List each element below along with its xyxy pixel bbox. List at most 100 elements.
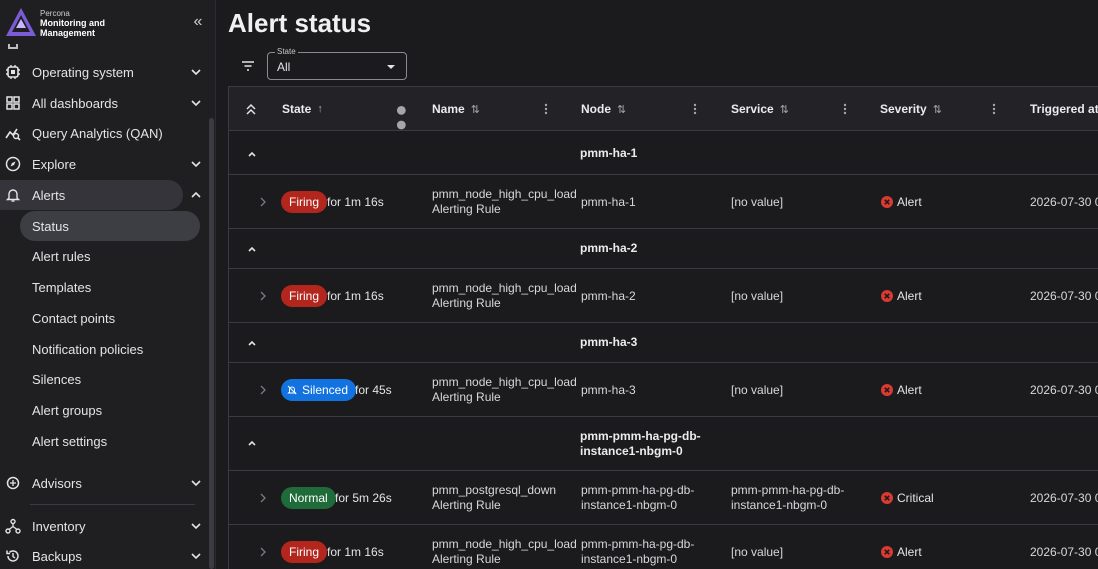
sidebar-item-qan[interactable]: Query Analytics (QAN) <box>0 118 208 148</box>
sidebar-item-backups[interactable]: Backups <box>0 541 208 569</box>
sidebar-item-inventory[interactable]: Inventory <box>0 511 208 541</box>
chevron-right-icon[interactable] <box>260 385 266 395</box>
cpu-icon <box>6 65 20 79</box>
chevron-up-icon[interactable] <box>246 339 258 347</box>
node-cell: pmm-ha-3 <box>581 383 636 397</box>
group-row[interactable]: pmm-pmm-ha-pg-db-instance1-nbgm-0 <box>229 417 1098 471</box>
column-header-node[interactable]: Node ⇅ <box>581 87 626 131</box>
chevron-up-icon[interactable] <box>246 439 258 447</box>
state-duration: for 45s <box>355 383 392 397</box>
state-badge: Silenced <box>281 379 357 401</box>
table-row[interactable]: Firing for 1m 16s pmm_node_high_cpu_load… <box>229 525 1098 569</box>
backups-icon <box>6 550 19 562</box>
sidebar-item-label: Query Analytics (QAN) <box>32 125 163 141</box>
chevron-right-icon[interactable] <box>260 493 266 503</box>
column-header-label: State <box>282 102 312 116</box>
compass-icon <box>5 156 21 172</box>
sidebar-subitem-silences[interactable]: Silences <box>20 364 200 394</box>
sidebar-subitem-label: Notification policies <box>32 341 144 357</box>
chevron-right-icon[interactable] <box>260 291 266 301</box>
group-row[interactable]: pmm-ha-3 <box>229 323 1098 363</box>
sidebar-item-operating-system[interactable]: Operating system <box>0 57 208 87</box>
column-header-label: Service <box>731 102 774 116</box>
sidebar-item-advisors[interactable]: Advisors <box>0 468 208 498</box>
severity-label: Alert <box>897 545 922 559</box>
severity-label: Alert <box>897 383 922 397</box>
group-row[interactable]: pmm-ha-2 <box>229 229 1098 269</box>
sidebar-item-alerts[interactable]: Alerts <box>0 180 183 210</box>
collapse-all-icon[interactable] <box>245 102 257 116</box>
table-header: State ↑ Name ⇅ Node ⇅ Service ⇅ Severity <box>229 87 1098 145</box>
sidebar-subitem-contact-points[interactable]: Contact points <box>20 303 200 333</box>
sidebar-subitem-alert-rules[interactable]: Alert rules <box>20 241 200 271</box>
sidebar-subitem-templates[interactable]: Templates <box>20 272 200 302</box>
state-duration: for 1m 16s <box>327 195 384 209</box>
chevron-right-icon[interactable] <box>260 547 266 557</box>
column-menu-icon[interactable] <box>693 103 697 115</box>
node-line: pmm-pmm-ha-pg-db- <box>581 483 695 497</box>
column-header-label: Severity <box>880 102 927 116</box>
rule-name-line: pmm_node_high_cpu_load <box>432 281 577 295</box>
dashboards-icon <box>6 96 20 110</box>
node-line: instance1-nbgm-0 <box>581 498 678 512</box>
chevron-down-icon <box>191 480 201 487</box>
page-title: Alert status <box>228 8 372 38</box>
service-line: instance1-nbgm-0 <box>731 498 828 512</box>
caret-down-icon <box>387 65 395 69</box>
brand-product: Monitoring and Management <box>40 18 105 38</box>
service-cell: [no value] <box>731 545 784 559</box>
state-duration: for 1m 16s <box>327 545 384 559</box>
sidebar-item-label: Alerts <box>32 187 66 203</box>
percona-logo-icon <box>6 8 36 36</box>
bell-icon <box>5 189 21 202</box>
error-circle-icon <box>881 196 893 208</box>
sidebar-item-label: Advisors <box>32 475 82 491</box>
sidebar-subitem-alert-groups[interactable]: Alert groups <box>20 395 200 425</box>
severity-label: Critical <box>897 491 934 505</box>
table-row[interactable]: Normal for 5m 26s pmm_postgresql_down Ale… <box>229 471 1098 525</box>
column-header-state[interactable]: State ↑ <box>282 87 323 131</box>
sidebar-item-label: Inventory <box>32 518 86 534</box>
group-label: pmm-ha-3 <box>580 335 638 349</box>
chevron-down-icon <box>191 100 201 107</box>
sidebar-subitem-label: Templates <box>32 279 92 295</box>
rule-name: pmm_node_high_cpu_load Alerting Rule <box>432 187 577 217</box>
sidebar-item-label: Operating system <box>32 64 134 80</box>
sidebar-item-explore[interactable]: Explore <box>0 149 208 179</box>
sidebar-subitem-status[interactable]: Status <box>20 211 200 241</box>
sidebar-scrollbar[interactable] <box>209 118 214 569</box>
sidebar-subitem-alert-settings[interactable]: Alert settings <box>20 426 200 456</box>
node-line: instance1-nbgm-0 <box>581 552 678 566</box>
chevron-up-icon[interactable] <box>246 150 258 158</box>
table-row[interactable]: Silenced for 45s pmm_node_high_cpu_load A… <box>229 363 1098 417</box>
rule-type-line: Alerting Rule <box>432 552 501 566</box>
sidebar-subitem-notification-policies[interactable]: Notification policies <box>20 334 200 364</box>
state-filter-select[interactable]: State All <box>267 47 407 80</box>
chevron-up-icon[interactable] <box>190 189 202 201</box>
state-filter-value: All <box>277 60 291 74</box>
sort-icon: ⇅ <box>617 103 627 116</box>
sidebar-item-label: Backups <box>32 548 82 564</box>
table-row[interactable]: Firing for 1m 16s pmm_node_high_cpu_load… <box>229 175 1098 229</box>
sidebar-item-all-dashboards[interactable]: All dashboards <box>0 88 208 118</box>
sort-ascending-icon: ↑ <box>317 103 323 115</box>
column-header-severity[interactable]: Severity ⇅ <box>880 87 942 131</box>
collapse-sidebar-icon[interactable]: « <box>189 14 207 32</box>
column-menu-icon[interactable] <box>843 103 847 115</box>
main-content: Alert status State All State ↑ Name ⇅ No… <box>217 0 1098 569</box>
chevron-right-icon[interactable] <box>260 197 266 207</box>
rule-name: pmm_node_high_cpu_load Alerting Rule <box>432 537 577 567</box>
service-cell: [no value] <box>731 289 784 303</box>
state-badge: Firing <box>281 191 328 213</box>
group-label: pmm-pmm-ha-pg-db-instance1-nbgm-0 <box>580 429 701 458</box>
column-menu-icon[interactable] <box>544 103 548 115</box>
group-label: pmm-ha-1 <box>580 146 638 160</box>
group-row[interactable]: pmm-ha-1 <box>229 132 1098 175</box>
column-header-service[interactable]: Service ⇅ <box>731 87 789 131</box>
column-header-name[interactable]: Name ⇅ <box>432 87 480 131</box>
filter-icon[interactable] <box>241 60 255 72</box>
column-header-triggered-at[interactable]: Triggered at <box>1030 87 1098 131</box>
column-menu-icon[interactable] <box>992 103 996 115</box>
table-row[interactable]: Firing for 1m 16s pmm_node_high_cpu_load… <box>229 269 1098 323</box>
chevron-up-icon[interactable] <box>246 245 258 253</box>
